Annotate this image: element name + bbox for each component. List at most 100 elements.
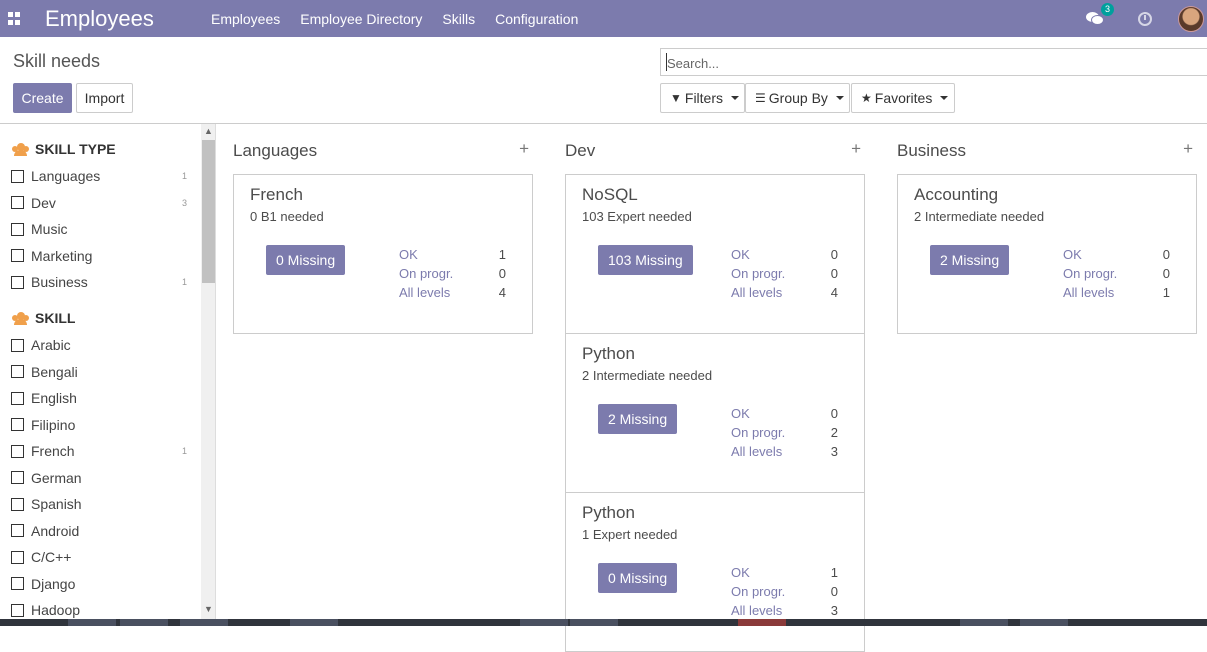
checkbox[interactable] xyxy=(11,418,24,431)
top-navbar: Employees Employees Employee Directory S… xyxy=(0,0,1207,37)
checkbox[interactable] xyxy=(11,524,24,537)
ok-value: 1 xyxy=(830,565,838,580)
activity-clock-icon[interactable] xyxy=(1138,11,1152,26)
checkbox[interactable] xyxy=(11,497,24,511)
side-panel-scrollbar[interactable]: ▲ ▼ xyxy=(201,124,215,619)
checkbox[interactable] xyxy=(11,550,24,564)
ok-link[interactable]: OK xyxy=(1063,247,1082,262)
taskbar-app[interactable] xyxy=(180,619,228,626)
missing-button[interactable]: 0 Missing xyxy=(598,563,678,593)
checkbox[interactable] xyxy=(11,577,24,590)
filters-button[interactable]: ▼ Filters xyxy=(660,83,745,113)
checkbox[interactable] xyxy=(11,338,24,352)
checkbox[interactable] xyxy=(11,196,24,209)
taskbar-app[interactable] xyxy=(960,619,1008,626)
group-by-button[interactable]: ☰ Group By xyxy=(745,83,850,113)
taskbar-app[interactable] xyxy=(520,619,568,626)
checkbox[interactable] xyxy=(11,275,24,289)
add-record-icon[interactable]: + xyxy=(851,139,861,159)
ok-link[interactable]: OK xyxy=(731,247,750,262)
filter-item-label: German xyxy=(31,469,82,486)
scroll-down-icon[interactable]: ▼ xyxy=(204,604,213,614)
all-levels-link[interactable]: All levels xyxy=(731,603,782,618)
filter-item[interactable]: C/C++ xyxy=(11,548,189,566)
filter-item[interactable]: French 1 xyxy=(11,442,189,460)
search-input[interactable]: Search... xyxy=(660,48,1207,76)
filter-item[interactable]: Filipino xyxy=(11,416,189,434)
taskbar-app[interactable] xyxy=(570,619,618,626)
all-levels-link[interactable]: All levels xyxy=(399,285,450,300)
filter-item-label: Business xyxy=(31,274,88,290)
checkbox[interactable] xyxy=(11,249,24,262)
filter-item[interactable]: Languages 1 xyxy=(11,167,189,185)
filters-label: Filters xyxy=(684,90,724,106)
missing-button[interactable]: 2 Missing xyxy=(598,404,678,434)
ok-link[interactable]: OK xyxy=(731,406,750,421)
scrollbar-thumb[interactable] xyxy=(202,140,215,283)
taskbar-app[interactable] xyxy=(290,619,338,626)
checkbox[interactable] xyxy=(11,222,24,236)
checkbox[interactable] xyxy=(11,169,24,183)
kanban-card[interactable]: Python 1 Expert needed 0 Missing OK 1 On prog… xyxy=(565,492,865,652)
card-subtitle: 2 Intermediate needed xyxy=(582,368,713,383)
all-levels-value: 3 xyxy=(830,444,838,459)
menu-skills[interactable]: Skills xyxy=(442,11,475,27)
checkbox[interactable] xyxy=(11,365,24,378)
in-progress-link[interactable]: On progr. xyxy=(731,266,785,281)
kanban-card[interactable]: Accounting 2 Intermediate needed 2 Missing… xyxy=(897,174,1197,334)
checkbox[interactable] xyxy=(11,391,24,405)
checkbox[interactable] xyxy=(11,444,24,458)
in-progress-link[interactable]: On progr. xyxy=(731,425,785,440)
in-progress-value: 0 xyxy=(1162,266,1170,281)
filter-item[interactable]: Business 1 xyxy=(11,273,189,291)
filter-item[interactable]: English xyxy=(11,389,189,407)
filter-item[interactable]: Android xyxy=(11,522,189,540)
missing-button[interactable]: 2 Missing xyxy=(930,245,1010,275)
ok-link[interactable]: OK xyxy=(731,565,750,580)
all-levels-link[interactable]: All levels xyxy=(731,444,782,459)
import-button[interactable]: Import xyxy=(76,83,133,113)
taskbar-app[interactable] xyxy=(120,619,168,626)
apps-menu-icon[interactable] xyxy=(8,12,21,25)
filter-item[interactable]: Bengali xyxy=(11,363,189,381)
taskbar-app[interactable] xyxy=(68,619,116,626)
menu-employees[interactable]: Employees xyxy=(211,11,280,27)
user-avatar[interactable] xyxy=(1178,5,1204,32)
filter-item-label: Spanish xyxy=(31,496,82,512)
add-record-icon[interactable]: + xyxy=(519,139,529,159)
all-levels-link[interactable]: All levels xyxy=(731,285,782,300)
all-levels-link[interactable]: All levels xyxy=(1063,285,1114,300)
scroll-up-icon[interactable]: ▲ xyxy=(204,126,213,136)
checkbox[interactable] xyxy=(11,603,24,617)
filter-item[interactable]: Dev 3 xyxy=(11,194,189,212)
checkbox[interactable] xyxy=(11,471,24,484)
menu-configuration[interactable]: Configuration xyxy=(495,11,578,27)
kanban-card[interactable]: NoSQL 103 Expert needed 103 Missing OK 0 On p… xyxy=(565,174,865,334)
favorites-button[interactable]: ★ Favorites xyxy=(851,83,955,113)
ok-link[interactable]: OK xyxy=(399,247,418,262)
taskbar-app[interactable] xyxy=(738,619,786,626)
menu-employee-directory[interactable]: Employee Directory xyxy=(300,11,422,27)
create-button[interactable]: Create xyxy=(13,83,72,113)
filter-item[interactable]: Hadoop xyxy=(11,601,189,619)
add-record-icon[interactable]: + xyxy=(1183,139,1193,159)
filter-item-label: English xyxy=(31,390,77,406)
filter-item[interactable]: Arabic xyxy=(11,336,189,354)
app-brand[interactable]: Employees xyxy=(45,6,197,32)
skill-title-text: SKILL xyxy=(35,310,76,326)
chat-icon[interactable]: 3 xyxy=(1086,2,1115,26)
kanban-card[interactable]: French 0 B1 needed 0 Missing OK 1 On progr. 0 A… xyxy=(233,174,533,334)
missing-button[interactable]: 0 Missing xyxy=(266,245,346,275)
filter-item[interactable]: Django xyxy=(11,575,189,593)
card-title: NoSQL xyxy=(582,185,638,204)
in-progress-link[interactable]: On progr. xyxy=(399,266,453,281)
filter-item[interactable]: Music xyxy=(11,220,189,238)
in-progress-link[interactable]: On progr. xyxy=(1063,266,1117,281)
filter-item[interactable]: Marketing xyxy=(11,247,189,265)
missing-button[interactable]: 103 Missing xyxy=(598,245,693,275)
filter-item[interactable]: German xyxy=(11,469,189,487)
in-progress-link[interactable]: On progr. xyxy=(731,584,785,599)
kanban-card[interactable]: Python 2 Intermediate needed 2 Missing OK 0 O… xyxy=(565,333,865,493)
filter-item[interactable]: Spanish xyxy=(11,495,189,513)
taskbar-app[interactable] xyxy=(1020,619,1068,626)
